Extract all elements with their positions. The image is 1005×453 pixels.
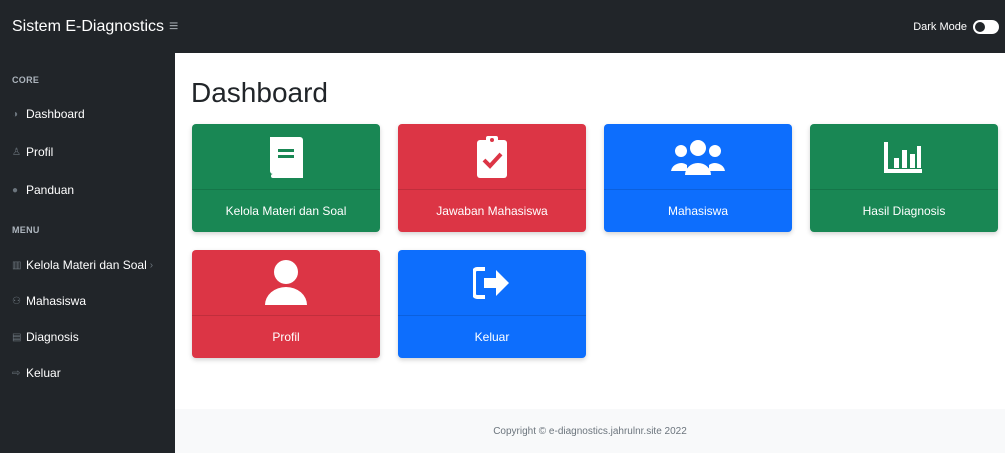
card-icon-area — [810, 124, 998, 189]
dark-mode-switch[interactable] — [973, 19, 999, 34]
card-jawaban-mahasiswa[interactable]: Jawaban Mahasiswa — [398, 124, 586, 232]
copyright-text: Copyright © e-diagnostics.jahrulnr.site … — [493, 425, 687, 437]
tachometer-icon: ◑ — [12, 108, 19, 120]
card-label: Mahasiswa — [604, 189, 792, 232]
sidebar-heading-menu: MENU — [12, 225, 40, 235]
brand-title[interactable]: Sistem E-Diagnostics — [12, 18, 164, 36]
sidebar-item-label: Kelola Materi dan Soal — [26, 258, 147, 272]
card-icon-area — [398, 124, 586, 189]
card-icon-area — [398, 250, 586, 315]
sidebar-item-panduan[interactable]: ● Panduan — [12, 183, 74, 197]
card-keluar[interactable]: Keluar — [398, 250, 586, 358]
clipboard-check-icon — [477, 135, 507, 178]
sidebar-item-label: Profil — [26, 145, 54, 159]
card-hasil-diagnosis[interactable]: Hasil Diagnosis — [810, 124, 998, 232]
sign-out-icon: ⇨ — [12, 367, 21, 379]
sidebar-item-label: Dashboard — [26, 107, 85, 121]
sidebar-item-label: Keluar — [26, 366, 61, 380]
chevron-right-icon: › — [149, 259, 154, 271]
sidebar-item-kelola-materi[interactable]: ▥ Kelola Materi dan Soal › — [12, 258, 153, 272]
columns-icon: ▥ — [12, 259, 22, 271]
sidebar-item-dashboard[interactable]: ◑ Dashboard — [12, 107, 85, 121]
sidebar-item-label: Diagnosis — [26, 330, 79, 344]
card-icon-area — [192, 124, 380, 189]
card-icon-area — [604, 124, 792, 189]
user-icon: ♙ — [12, 146, 21, 158]
card-label: Kelola Materi dan Soal — [192, 189, 380, 232]
info-icon: ● — [12, 184, 19, 196]
main-content: Dashboard Kelola Materi dan Soal Jawaban… — [175, 53, 1005, 453]
book-icon — [270, 136, 303, 178]
card-icon-area — [192, 250, 380, 315]
card-label: Profil — [192, 315, 380, 358]
users-icon — [671, 139, 725, 175]
chart-bar-icon — [884, 141, 922, 173]
sidebar-item-profil[interactable]: ♙ Profil — [12, 145, 53, 159]
card-mahasiswa[interactable]: Mahasiswa — [604, 124, 792, 232]
user-icon — [265, 259, 307, 305]
footer: Copyright © e-diagnostics.jahrulnr.site … — [175, 409, 1005, 453]
top-navbar: Sistem E-Diagnostics ≡ Dark Mode — [0, 0, 1005, 53]
switch-knob — [975, 21, 985, 32]
page-title: Dashboard — [191, 77, 328, 108]
sidebar-toggle-icon[interactable]: ≡ — [169, 18, 178, 36]
card-profil[interactable]: Profil — [192, 250, 380, 358]
dark-mode-label: Dark Mode — [913, 20, 967, 33]
card-label: Keluar — [398, 315, 586, 358]
brand[interactable]: Sistem E-Diagnostics ≡ — [12, 18, 178, 36]
sidebar-item-mahasiswa[interactable]: ⚇ Mahasiswa — [12, 294, 86, 308]
card-label: Hasil Diagnosis — [810, 189, 998, 232]
users-icon: ⚇ — [12, 295, 21, 307]
card-label: Jawaban Mahasiswa — [398, 189, 586, 232]
sidebar-item-keluar[interactable]: ⇨ Keluar — [12, 366, 61, 380]
sidebar-heading-core: CORE — [12, 75, 40, 85]
dark-mode-toggle[interactable]: Dark Mode — [913, 0, 999, 53]
sign-out-icon — [473, 266, 509, 299]
card-kelola-materi[interactable]: Kelola Materi dan Soal — [192, 124, 380, 232]
sidebar-item-label: Panduan — [26, 183, 75, 197]
sidebar-item-diagnosis[interactable]: ▤ Diagnosis — [12, 330, 79, 344]
chart-icon: ▤ — [12, 331, 22, 343]
sidebar: CORE ◑ Dashboard ♙ Profil ● Panduan MENU… — [0, 53, 175, 453]
sidebar-item-label: Mahasiswa — [26, 294, 87, 308]
